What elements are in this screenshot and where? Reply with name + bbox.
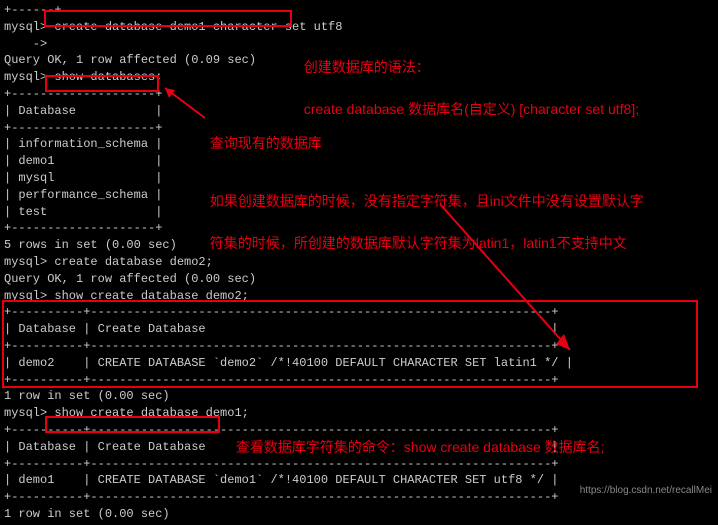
term-line: | demo2 | CREATE DATABASE `demo2` /*!401… (4, 355, 714, 372)
term-line: mysql> create database demo1 character s… (4, 19, 714, 36)
anno-text: 符集的时候，所创建的数据库默认字符集为latin1，latin1不支持中文 (210, 235, 627, 251)
term-line: +----------+----------------------------… (4, 456, 714, 473)
watermark-text: https://blog.csdn.net/recallMei (580, 484, 712, 498)
term-line: +--------------------+ (4, 120, 714, 137)
term-line: 1 row in set (0.00 sec) (4, 506, 714, 523)
term-line: mysql> create database demo2; (4, 254, 714, 271)
term-line: 1 row in set (0.00 sec) (4, 388, 714, 405)
term-line: Query OK, 1 row affected (0.00 sec) (4, 271, 714, 288)
anno-text: 如果创建数据库的时候，没有指定字符集，且ini文件中没有设置默认字 (210, 193, 644, 209)
anno-text: 创建数据库的语法： (304, 59, 430, 75)
annotation-show-create: 查看数据库字符集的命令：show create database 数据库名; (228, 416, 605, 458)
anno-text: 查询现有的数据库 (210, 135, 322, 151)
term-line: +------+ (4, 2, 714, 19)
annotation-create-syntax: 创建数据库的语法： create database 数据库名(自定义) [cha… (296, 36, 639, 120)
term-line: +----------+----------------------------… (4, 338, 714, 355)
anno-text: create database 数据库名(自定义) [character set… (304, 101, 639, 117)
anno-text: 查看数据库字符集的命令：show create database 数据库名; (236, 439, 605, 455)
term-line: | information_schema | (4, 136, 714, 153)
annotation-charset-note: 如果创建数据库的时候，没有指定字符集，且ini文件中没有设置默认字 符集的时候，… (202, 170, 644, 254)
term-line: +----------+----------------------------… (4, 372, 714, 389)
term-line: +----------+----------------------------… (4, 304, 714, 321)
annotation-query-db: 查询现有的数据库 (202, 112, 322, 154)
term-line: | demo1 | (4, 153, 714, 170)
term-line: | Database | Create Database | (4, 321, 714, 338)
term-line: mysql> show create database demo2; (4, 288, 714, 305)
